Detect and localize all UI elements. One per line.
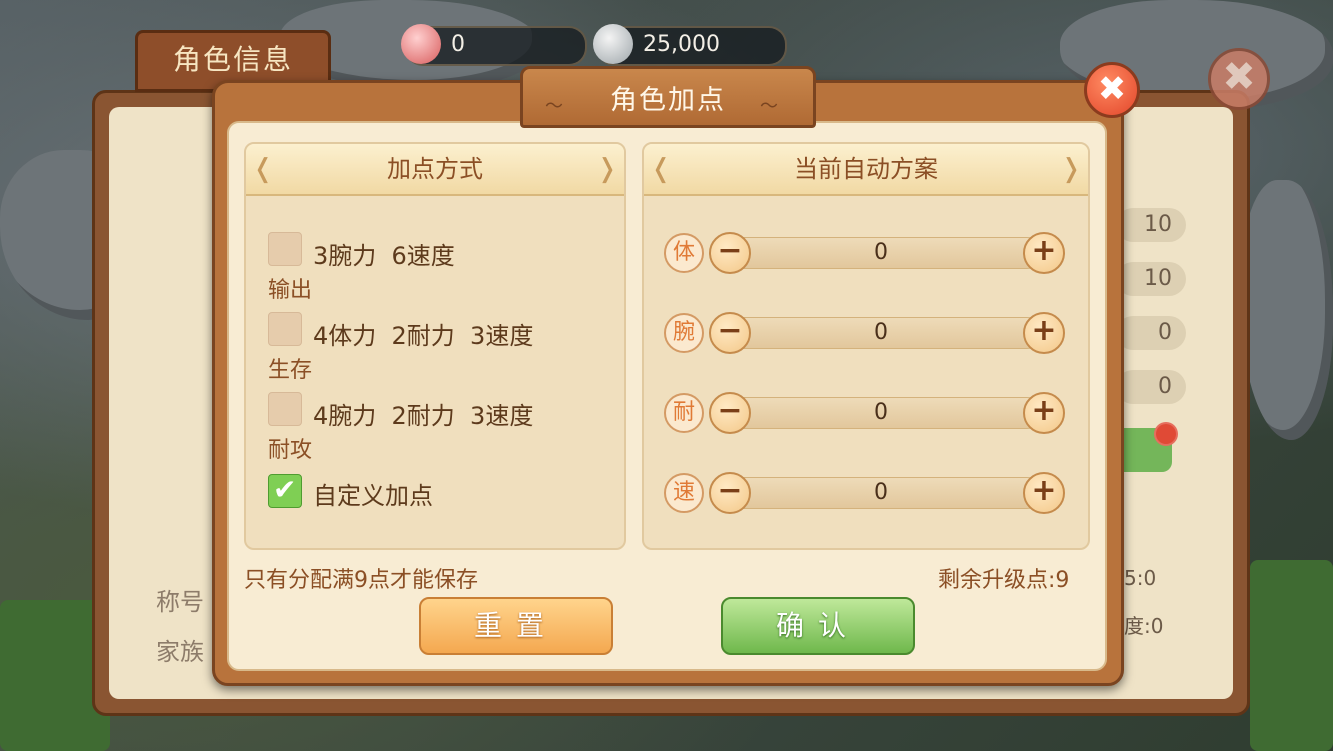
close-icon: ✖ — [1097, 69, 1127, 109]
stat-badge-endurance: 耐 — [664, 393, 704, 433]
minus-button-speed[interactable]: − — [709, 472, 751, 514]
silver-coin-icon — [593, 24, 633, 64]
family-label: 家族 — [156, 638, 204, 666]
plus-button-endurance[interactable]: + — [1023, 392, 1065, 434]
stat-badge-speed: 速 — [664, 473, 704, 513]
option-checkbox-output[interactable] — [268, 232, 302, 266]
auto-plan-header: ❬ 当前自动方案 ❭ — [644, 144, 1088, 196]
option-checkbox-endurance-attack[interactable] — [268, 392, 302, 426]
bracket-ornament-icon: ❬ — [252, 154, 274, 184]
stat-value-speed: 0 — [720, 477, 1042, 509]
silver-currency: 25,000 — [593, 24, 787, 66]
bracket-ornament-icon: ❭ — [1060, 154, 1082, 184]
option-label-custom: 自定义加点 — [313, 482, 433, 510]
bracket-ornament-icon: ❬ — [650, 154, 672, 184]
plus-button-constitution[interactable]: + — [1023, 232, 1065, 274]
remaining-points-label: 剩余升级点: — [938, 568, 1056, 593]
minus-button-endurance[interactable]: − — [709, 392, 751, 434]
bg-stat-value: 10 — [1116, 208, 1186, 242]
option-checkbox-survival[interactable] — [268, 312, 302, 346]
bg-partial-value: 5:0 — [1124, 566, 1157, 590]
gem-amount: 0 — [451, 32, 465, 57]
rock-decoration — [1240, 180, 1333, 440]
close-button[interactable]: ✖ — [1084, 62, 1140, 118]
grass-patch — [1250, 560, 1333, 751]
save-requirement-notice: 只有分配满9点才能保存 — [244, 568, 478, 593]
option-label-output: 3腕力 6速度 — [313, 242, 455, 270]
notification-dot — [1154, 422, 1178, 446]
option-sub-endurance-attack: 耐攻 — [268, 438, 313, 463]
stat-value-constitution: 0 — [720, 237, 1042, 269]
title-label: 称号 — [156, 588, 204, 616]
method-panel-title: 加点方式 — [387, 155, 483, 183]
bg-stat-value: 10 — [1116, 262, 1186, 296]
gem-currency: 0 — [401, 24, 587, 66]
stat-value-strength: 0 — [720, 317, 1042, 349]
auto-plan-title: 当前自动方案 — [794, 155, 938, 183]
bg-partial-value: 度:0 — [1124, 614, 1164, 638]
minus-button-strength[interactable]: − — [709, 312, 751, 354]
stat-badge-strength: 腕 — [664, 313, 704, 353]
option-label-survival: 4体力 2耐力 3速度 — [313, 322, 534, 350]
bg-stat-value: 0 — [1116, 316, 1186, 350]
bg-stat-value: 0 — [1116, 370, 1186, 404]
confirm-button[interactable]: 确认 — [721, 597, 915, 655]
gem-icon[interactable] — [401, 24, 441, 64]
role-info-close-icon[interactable]: ✖ — [1208, 48, 1270, 110]
option-label-endurance-attack: 4腕力 2耐力 3速度 — [313, 402, 534, 430]
silver-amount: 25,000 — [643, 32, 720, 57]
plus-button-strength[interactable]: + — [1023, 312, 1065, 354]
option-checkbox-custom[interactable] — [268, 473, 302, 508]
option-sub-output: 输出 — [268, 278, 313, 303]
plus-button-speed[interactable]: + — [1023, 472, 1065, 514]
dialog-title: 角色加点 — [610, 85, 726, 116]
stat-value-endurance: 0 — [720, 397, 1042, 429]
bracket-ornament-icon: ❭ — [596, 154, 618, 184]
remaining-points: 剩余升级点:9 — [938, 562, 1069, 594]
option-sub-survival: 生存 — [268, 358, 313, 383]
method-panel-header: ❬ 加点方式 ❭ — [246, 144, 624, 196]
reset-button[interactable]: 重置 — [419, 597, 613, 655]
remaining-points-value: 9 — [1055, 568, 1070, 593]
stat-badge-constitution: 体 — [664, 233, 704, 273]
minus-button-constitution[interactable]: − — [709, 232, 751, 274]
